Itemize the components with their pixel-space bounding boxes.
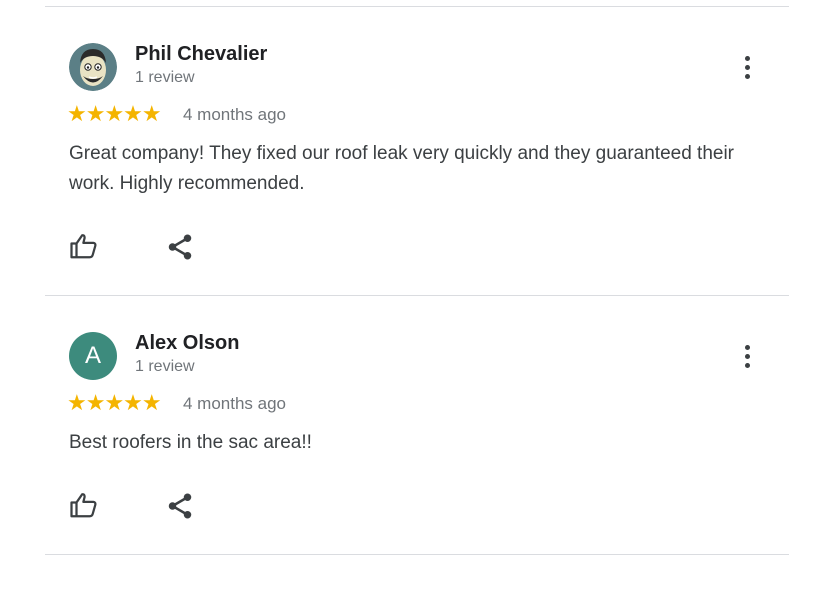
divider-bottom <box>45 554 789 555</box>
more-vert-dot <box>744 353 750 359</box>
share-button[interactable] <box>163 230 197 264</box>
review-count[interactable]: 1 review <box>135 69 195 87</box>
reviewer-name[interactable]: Phil Chevalier <box>135 43 267 66</box>
review-text: Great company! They fixed our roof leak … <box>69 143 735 194</box>
like-button[interactable] <box>67 488 101 522</box>
star-rating: ★★★★★ <box>67 390 162 415</box>
review-card: Phil Chevalier 1 review ★★★★★ 4 months a… <box>0 43 816 303</box>
like-button[interactable] <box>67 229 101 263</box>
more-vert-icon <box>744 344 750 350</box>
review-age: 4 months ago <box>183 394 287 413</box>
more-vert-dot <box>744 73 750 79</box>
thumb-up-icon <box>70 234 97 259</box>
review-age: 4 months ago <box>183 105 287 124</box>
review-card: A Alex Olson 1 review ★★★★★ 4 months ago… <box>0 332 816 592</box>
share-icon <box>168 493 192 519</box>
review-count[interactable]: 1 review <box>135 358 195 376</box>
more-vert-icon <box>744 55 750 61</box>
more-vert-dot <box>744 64 750 70</box>
cartoon-avatar-icon <box>69 43 117 91</box>
review-text: Best roofers in the sac area!! <box>69 432 312 453</box>
more-vert-dot <box>744 362 750 368</box>
divider-middle <box>45 295 789 296</box>
share-button[interactable] <box>163 489 197 523</box>
star-rating: ★★★★★ <box>67 101 162 126</box>
divider-top <box>45 6 789 7</box>
more-options-button[interactable] <box>733 341 761 371</box>
avatar[interactable] <box>69 43 117 91</box>
more-options-button[interactable] <box>733 52 761 82</box>
avatar[interactable]: A <box>69 332 117 380</box>
thumb-up-icon <box>70 493 97 518</box>
reviewer-name[interactable]: Alex Olson <box>135 332 239 355</box>
share-icon <box>168 234 192 260</box>
